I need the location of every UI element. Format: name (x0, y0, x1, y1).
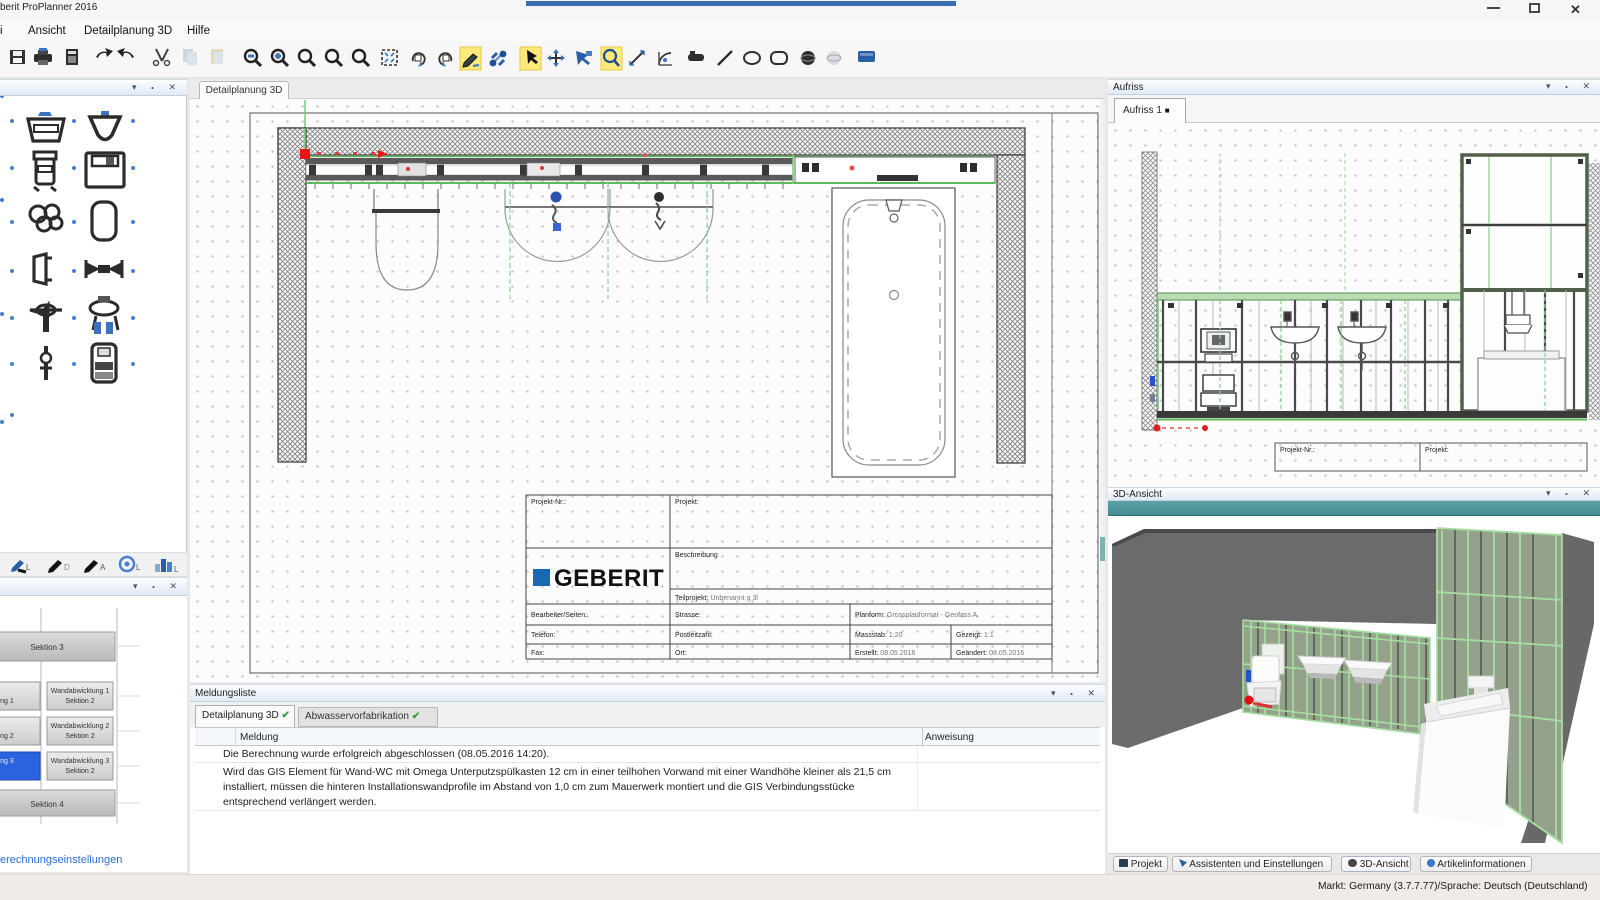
svg-text:Projekt:: Projekt: (675, 499, 699, 506)
svg-text:Strasse:: Strasse: (675, 612, 701, 619)
svg-text:Postleitzahl:: Postleitzahl: (675, 632, 713, 639)
svg-text:D: D (64, 563, 70, 572)
svg-text:Bearbeiter/Seiten:: Bearbeiter/Seiten: (531, 612, 587, 619)
svg-text:Projekt:: Projekt: (1425, 447, 1449, 454)
svg-text:Beschreibung: Beschreibung (675, 552, 718, 559)
svg-text:Sektion 3: Sektion 3 (30, 643, 64, 652)
svg-text:Sektion 2: Sektion 2 (65, 733, 94, 740)
svg-text:L: L (136, 563, 141, 572)
svg-text:Telefon:: Telefon: (531, 632, 556, 639)
svg-text:GEBERIT: GEBERIT (554, 565, 664, 592)
svg-text:Massstab: 1:20: Massstab: 1:20 (855, 632, 903, 639)
svg-text:Sektion 2: Sektion 2 (65, 698, 94, 705)
svg-text:Projekt-Nr.:: Projekt-Nr.: (1280, 447, 1315, 454)
svg-text:Planform: Grossplanformat - Ge: Planform: Grossplanformat - Geofass A (855, 612, 977, 619)
svg-text:Geändert: 08.05.2016: Geändert: 08.05.2016 (956, 650, 1024, 657)
svg-text:hrung 3: hrung 3 (0, 758, 14, 765)
svg-text:Wandabwicklung 1: Wandabwicklung 1 (51, 688, 110, 695)
svg-text:Wandabwicklung 2: Wandabwicklung 2 (51, 723, 110, 730)
svg-text:Fax:: Fax: (531, 650, 545, 657)
svg-text:L: L (26, 563, 31, 572)
svg-text:Erstellt: 08.05.2016: Erstellt: 08.05.2016 (855, 650, 915, 657)
svg-text:Ort:: Ort: (675, 650, 687, 657)
svg-text:hrung 1: hrung 1 (0, 698, 14, 705)
svg-text:A: A (100, 563, 106, 572)
svg-text:hrung 2: hrung 2 (0, 733, 14, 740)
svg-text:Gezeigt: 1:1: Gezeigt: 1:1 (956, 632, 994, 639)
svg-text:L: L (174, 565, 179, 574)
svg-text:Sektion 4: Sektion 4 (30, 800, 64, 809)
svg-text:Projekt-Nr.:: Projekt-Nr.: (531, 499, 566, 506)
svg-text:Teilprojekt: Unbenannt g 3l: Teilprojekt: Unbenannt g 3l (675, 595, 758, 602)
svg-text:Sektion 2: Sektion 2 (65, 768, 94, 775)
svg-text:Wandabwicklung 3: Wandabwicklung 3 (51, 758, 110, 765)
